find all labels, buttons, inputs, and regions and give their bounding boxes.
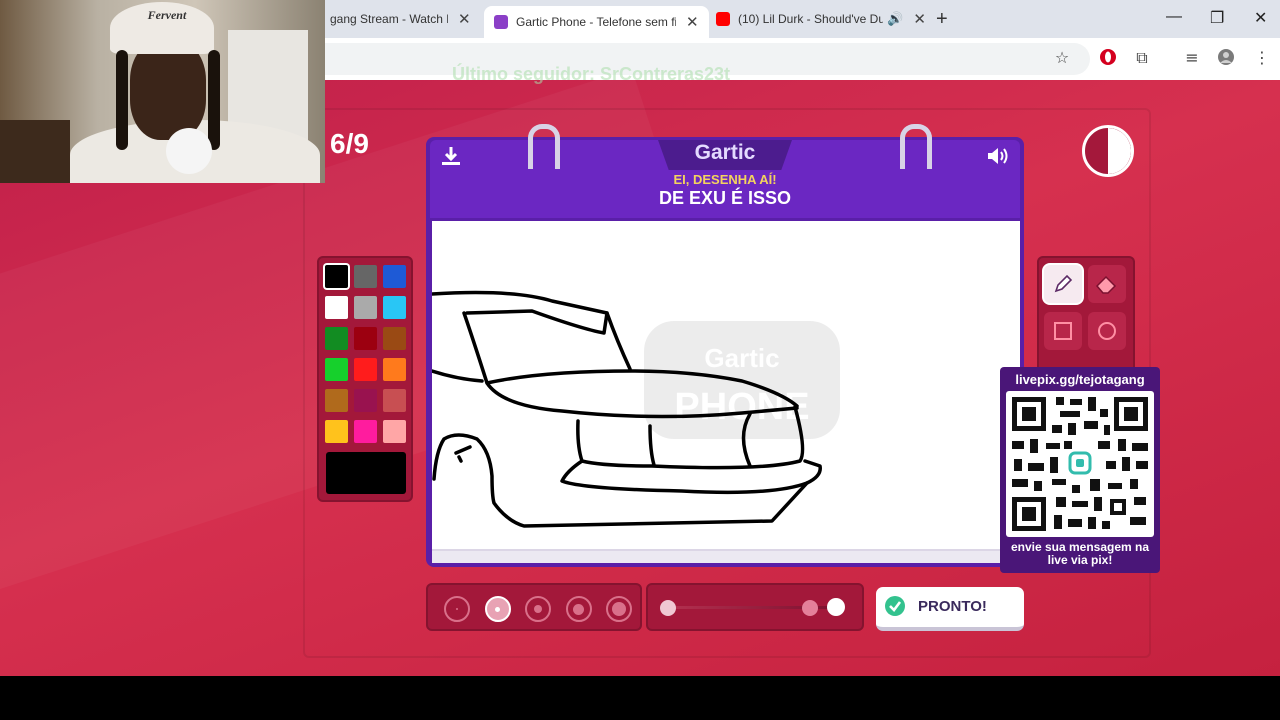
drawing-canvas[interactable]: Gartic PHONE bbox=[430, 221, 1020, 549]
gartic-logo: Gartic bbox=[694, 141, 756, 164]
brush-size-button[interactable] bbox=[444, 596, 470, 622]
webcam-overlay: Fervent bbox=[0, 0, 325, 183]
pencil-icon bbox=[1054, 274, 1073, 293]
color-swatch[interactable] bbox=[354, 389, 377, 412]
square-icon bbox=[1054, 322, 1072, 340]
livepix-caption-line2: live via pix! bbox=[1047, 553, 1113, 567]
download-icon[interactable] bbox=[440, 145, 462, 167]
extensions-puzzle-icon[interactable]: ⧉ bbox=[1132, 48, 1152, 68]
color-swatch[interactable] bbox=[354, 420, 377, 443]
restore-button[interactable]: ❐ bbox=[1210, 8, 1224, 28]
media-queue-icon[interactable]: ≡ bbox=[1182, 48, 1202, 68]
eraser-tool-button[interactable] bbox=[1088, 265, 1126, 303]
circle-tool-button[interactable] bbox=[1088, 312, 1126, 350]
bookmark-star-icon[interactable]: ☆ bbox=[1052, 48, 1072, 68]
eraser-icon bbox=[1095, 275, 1117, 294]
brush-size-button[interactable] bbox=[606, 596, 632, 622]
opacity-high-icon bbox=[802, 600, 818, 616]
binder-ring-left bbox=[528, 124, 560, 169]
opacity-slider-handle[interactable] bbox=[827, 598, 845, 616]
close-window-button[interactable]: ✕ bbox=[1254, 8, 1267, 28]
livepix-caption: envie sua mensagem na live via pix! bbox=[1002, 541, 1158, 567]
brush-size-button[interactable] bbox=[565, 596, 592, 622]
current-color-preview bbox=[326, 452, 406, 494]
opacity-low-icon bbox=[660, 600, 676, 616]
last-follower-overlay: Último seguidor: SrContreras23t bbox=[452, 64, 731, 84]
minimize-button[interactable]: — bbox=[1166, 8, 1182, 26]
color-swatch[interactable] bbox=[383, 389, 406, 412]
color-swatch[interactable] bbox=[383, 358, 406, 381]
brush-size-button[interactable] bbox=[484, 596, 511, 622]
round-counter: 6/9 bbox=[330, 128, 369, 159]
menu-kebab-icon[interactable]: ⋮ bbox=[1252, 48, 1272, 68]
color-swatch[interactable] bbox=[325, 420, 348, 443]
color-swatch[interactable] bbox=[325, 358, 348, 381]
color-swatch[interactable] bbox=[383, 327, 406, 350]
close-tab-icon[interactable]: ✕ bbox=[686, 13, 699, 31]
microphone bbox=[166, 128, 212, 174]
close-tab-icon[interactable]: ✕ bbox=[458, 10, 471, 28]
prompt-label: EI, DESENHA AÍ! bbox=[673, 172, 777, 187]
watermark-top: Gartic bbox=[704, 343, 779, 373]
person-face bbox=[130, 40, 206, 140]
prompt-text: DE EXU É ISSO bbox=[658, 188, 792, 208]
done-button-label[interactable]: PRONTO! bbox=[918, 598, 987, 615]
cap-text: Fervent bbox=[147, 8, 187, 22]
color-swatch[interactable] bbox=[354, 265, 377, 288]
timer-icon bbox=[1082, 125, 1134, 177]
qr-code bbox=[1006, 391, 1154, 537]
color-swatch[interactable] bbox=[383, 296, 406, 319]
color-swatch[interactable] bbox=[383, 420, 406, 443]
new-tab-button[interactable]: + bbox=[936, 8, 948, 31]
close-tab-icon[interactable]: ✕ bbox=[913, 10, 926, 28]
binder-ring-right bbox=[900, 124, 932, 169]
check-icon bbox=[885, 596, 905, 616]
tab-title: (10) Lil Durk - Should've Du bbox=[738, 12, 884, 26]
color-swatch[interactable] bbox=[354, 327, 377, 350]
square-tool-button[interactable] bbox=[1044, 312, 1082, 350]
tab-title: Gartic Phone - Telefone sem fio bbox=[516, 15, 676, 29]
youtube-favicon-icon bbox=[716, 12, 730, 26]
gartic-favicon-icon bbox=[494, 15, 508, 29]
volume-icon[interactable] bbox=[986, 145, 1010, 167]
tab-gartic-phone[interactable]: Gartic Phone - Telefone sem fio ✕ bbox=[484, 6, 709, 38]
color-swatch[interactable] bbox=[354, 358, 377, 381]
tab-stream[interactable]: gang Stream - Watch Live ✕ bbox=[330, 6, 480, 32]
color-swatch[interactable] bbox=[354, 296, 377, 319]
color-swatch[interactable] bbox=[325, 389, 348, 412]
livepix-url: livepix.gg/tejotagang bbox=[1015, 372, 1145, 387]
opera-extension-icon[interactable] bbox=[1098, 48, 1118, 68]
tab-title: gang Stream - Watch Live bbox=[330, 12, 448, 26]
tab-youtube[interactable]: (10) Lil Durk - Should've Du 🔊 ✕ bbox=[716, 6, 926, 32]
canvas-footer bbox=[432, 549, 1020, 563]
pencil-tool-button[interactable] bbox=[1044, 265, 1082, 303]
audio-playing-icon[interactable]: 🔊 bbox=[887, 11, 903, 27]
circle-icon bbox=[1098, 322, 1116, 340]
color-swatch[interactable] bbox=[383, 265, 406, 288]
brush-size-button[interactable] bbox=[525, 596, 551, 622]
profile-avatar-icon[interactable] bbox=[1216, 48, 1236, 68]
color-swatch[interactable] bbox=[325, 265, 348, 288]
color-swatch[interactable] bbox=[325, 296, 348, 319]
color-swatch[interactable] bbox=[325, 327, 348, 350]
letterbox-bar bbox=[0, 676, 1280, 720]
